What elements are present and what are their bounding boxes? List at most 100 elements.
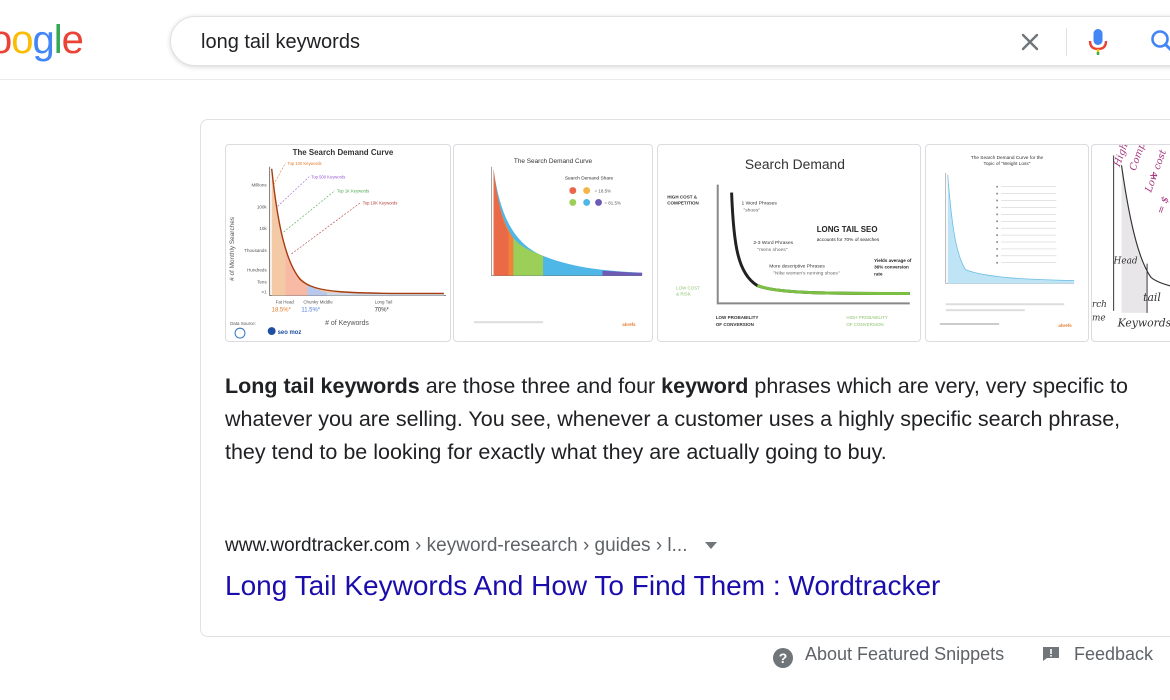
featured-snippet-card: The Search Demand Curve # of Monthly Sea… [200,119,1170,637]
snippet-image-1[interactable]: The Search Demand Curve # of Monthly Sea… [225,144,451,342]
thumb1-ytick: Hundreds [247,268,267,273]
search-box [170,16,1170,66]
thumb1-group: Long Tail [375,299,393,304]
thumb1-value: 70%* [375,307,390,313]
search-demand-chart-3: Search Demand HIGH COST & COMPETITION LO… [667,156,912,327]
microphone-icon [1088,29,1108,55]
thumb4-logo: ahrefs [1058,323,1072,328]
thumb3-phrase: 1 Word Phrases [741,200,777,206]
thumb1-ylabel: # of Monthly Searches [229,217,236,281]
thumb3-headline: LONG TAIL SEO [817,225,878,234]
thumb1-value: 11.5%* [301,307,320,313]
thumb1-callout: Top 1K Keywords [337,189,369,194]
result-domain: www.wordtracker.com [225,535,410,556]
thumb1-ytick: Tens [257,280,267,285]
thumb1-callout: Top 10K Keywords [363,200,398,205]
thumb2-legend-row: = 18.5% [595,189,611,194]
about-featured-snippets-link[interactable]: ? About Featured Snippets [773,644,1004,668]
search-header: oogle [0,0,1170,80]
snippet-image-4[interactable]: The Search Demand Curve for the Topic of… [925,144,1089,342]
snippet-text-bold: Long tail keywords [225,374,420,398]
logo-letter: e [61,18,84,62]
snippet-image-5[interactable]: High Competition + Low cost = $ Head tai… [1091,144,1170,342]
thumb5-label: tail [1143,291,1161,304]
logo-letter: o [0,18,12,62]
snippet-text-bold: keyword [661,374,749,398]
thumb4-title: The Search Demand Curve for the [971,155,1044,161]
snippet-footer: ? About Featured Snippets Feedback [0,642,1170,672]
logo-letter: o [11,18,33,62]
thumb3-phrase: 2-3 Word Phrases [753,240,793,246]
thumb1-ytick: Thousands [244,248,267,253]
about-label: About Featured Snippets [805,644,1005,664]
result-url: www.wordtracker.com › keyword-research ›… [225,535,717,557]
help-icon: ? [773,648,793,668]
logo-letter: l [53,18,63,62]
search-icon [1151,30,1170,52]
thumb5-note: Low cost [1143,148,1169,194]
thumb3-label: OF CONVERSION [846,322,883,327]
thumb3-headline-sub: accounts for 70% of searches [817,237,880,243]
thumb1-ytick: <1 [262,289,268,294]
thumb2-legend-row: = 81.5% [604,200,620,205]
feedback-icon [1043,647,1059,661]
thumb3-label: COMPETITION [667,200,699,205]
thumb1-value: 18.5%* [272,307,292,313]
thumb3-yield: Yields average of [874,258,912,263]
result-title-link[interactable]: Long Tail Keywords And How To Find Them … [225,570,940,602]
logo-letter: g [32,18,55,62]
search-demand-curve-chart-1: The Search Demand Curve # of Monthly Sea… [229,148,446,339]
thumb5-label: Head [1113,257,1138,267]
thumb4-title: Topic of "Weight Loss" [984,161,1031,167]
thumb2-title: The Search Demand Curve [514,158,593,165]
thumb1-ytick: 10k [259,226,267,231]
thumb3-title: Search Demand [745,156,845,172]
thumb3-label: LOW PROBABILITY [716,315,759,320]
weight-loss-demand-curve-chart: The Search Demand Curve for the Topic of… [939,155,1075,328]
search-demand-curve-chart-2: The Search Demand Curve Search Demand Sh… [473,158,643,327]
feedback-label: Feedback [1074,644,1154,664]
thumb2-legend-title: Search Demand Share [565,176,614,182]
thumb1-callout: Top 500 Keywords [311,175,345,180]
thumb2-logo: ahrefs [622,322,636,327]
thumb3-phrase: "shoes" [743,207,760,213]
thumb5-note: = $ [1155,195,1170,215]
search-submit-button[interactable] [1149,28,1170,56]
thumb3-yield: 36% conversion [874,265,909,270]
thumb1-ytick: 100k [257,204,268,209]
result-breadcrumb: › keyword-research › guides › l... [409,535,688,556]
hand-drawn-long-tail-chart: High Competition + Low cost = $ Head tai… [1092,145,1170,330]
thumb3-label: & RISK [676,291,691,296]
thumb1-logo: seo moz [278,330,302,336]
clear-search-button[interactable] [1017,29,1043,55]
thumb3-phrase: "mens shoes" [757,247,787,253]
thumb3-label: OF CONVERSION [716,322,754,327]
thumb1-title: The Search Demand Curve [293,148,394,157]
feedback-link[interactable]: Feedback [1042,644,1153,665]
thumb1-callout: Top 100 Keywords [288,161,322,166]
thumb3-label: HIGH PROBABILITY [846,315,887,320]
google-logo[interactable]: oogle [0,18,84,63]
thumb1-ytick: Millions [252,183,268,188]
thumb3-yield: rate [874,272,883,277]
snippet-image-2[interactable]: The Search Demand Curve Search Demand Sh… [453,144,653,342]
thumb5-label: me [1092,314,1106,324]
thumb1-group: Chunky Middle [303,299,333,304]
search-box-divider [1066,28,1067,56]
thumb5-label: Keywords [1117,317,1170,330]
thumb1-xlabel: # of Keywords [325,320,369,327]
thumb3-phrase: More descriptive Phrases [769,264,825,270]
voice-search-button[interactable] [1085,27,1111,57]
thumb5-label: rch [1092,300,1107,310]
caret-down-icon[interactable] [704,542,717,550]
thumb1-source: Data Source: [230,321,256,326]
snippet-text-part: are those three and four [419,374,662,398]
snippet-text: Long tail keywords are those three and f… [225,370,1155,469]
thumb1-group: Fat Head [276,299,295,304]
close-icon [1021,33,1039,51]
snippet-image-3[interactable]: Search Demand HIGH COST & COMPETITION LO… [657,144,921,342]
thumb3-label: LOW COST [676,286,700,291]
thumb3-phrase: "Nike women's running shoes" [773,271,840,277]
thumb3-label: HIGH COST & [667,194,698,199]
search-input[interactable] [201,29,901,55]
